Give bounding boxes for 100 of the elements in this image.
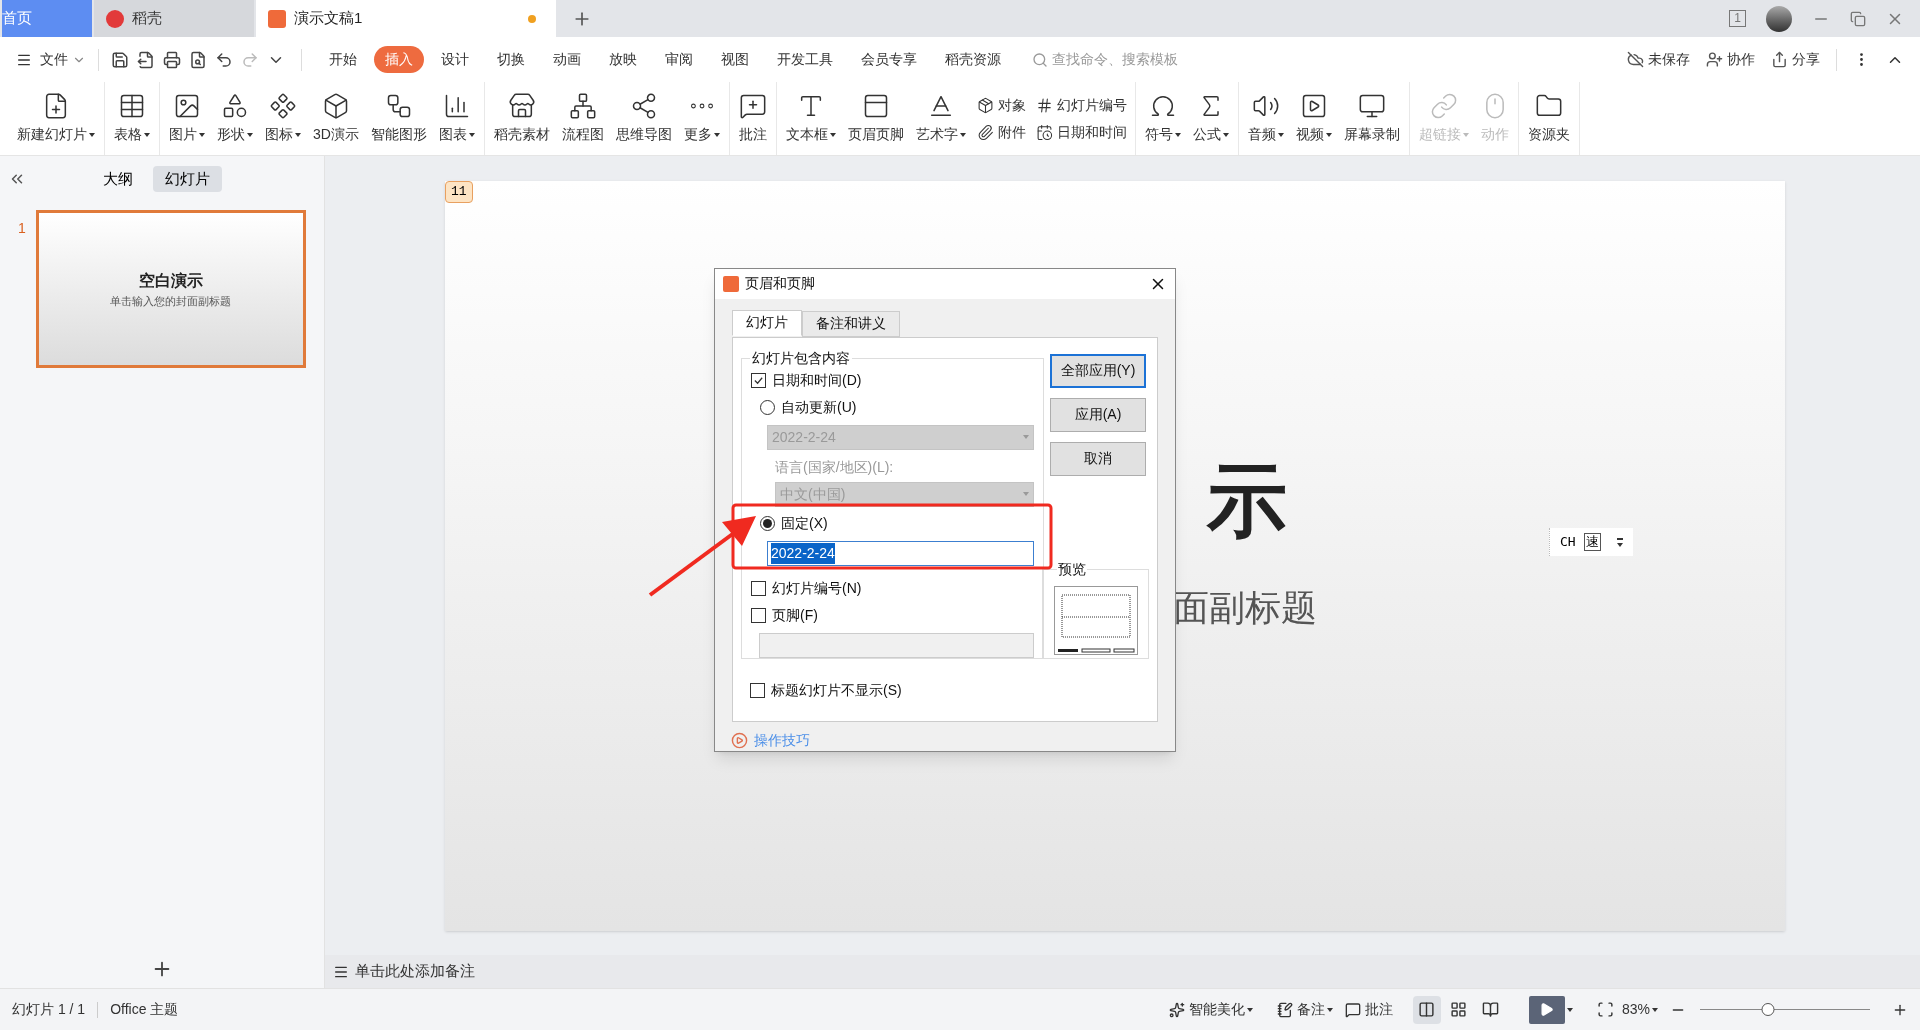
toolbar-action[interactable]: 未保存 <box>1648 49 1690 70</box>
slide-thumbnail[interactable]: 空白演示 单击输入您的封面副标题 <box>35 210 306 368</box>
view-tab[interactable]: 大纲 <box>90 165 145 193</box>
ribbon-tab[interactable]: 开始 <box>318 46 368 73</box>
ime-menu-icon[interactable] <box>1616 537 1623 547</box>
ribbon-button[interactable]: 稻壳素材 <box>488 82 555 155</box>
ribbon-button[interactable]: 形状 <box>212 82 258 155</box>
ribbon-tab[interactable]: 设计 <box>430 46 480 73</box>
window-count[interactable]: 1 <box>1729 10 1746 27</box>
ribbon-tab[interactable]: 切换 <box>486 46 536 73</box>
ribbon-button[interactable]: 表格 <box>109 82 155 155</box>
caret-icon <box>713 132 720 137</box>
print-icon[interactable] <box>163 50 181 69</box>
document-tab[interactable]: 演示文稿1 <box>256 0 556 37</box>
ribbon-button[interactable]: 批注 <box>733 82 772 155</box>
fit-icon[interactable] <box>1596 1001 1614 1018</box>
image-icon <box>173 92 201 120</box>
link-icon <box>1429 92 1458 120</box>
notes-button[interactable]: 备注 <box>1296 999 1333 1020</box>
ribbon-button[interactable]: 图表 <box>433 82 480 155</box>
ribbon-tab[interactable]: 会员专享 <box>850 46 928 73</box>
search-field[interactable]: 查找命令、搜索模板 <box>1032 49 1222 70</box>
ribbon-tab[interactable]: 开发工具 <box>766 46 844 73</box>
option-label: 固定(X) <box>781 514 828 534</box>
checkbox[interactable] <box>751 581 766 597</box>
ribbon-button[interactable]: 艺术字 <box>910 82 971 155</box>
caret-icon <box>89 132 95 137</box>
avatar[interactable] <box>1766 5 1792 32</box>
comments-button[interactable]: 批注 <box>1364 999 1393 1020</box>
more-icon <box>689 103 714 109</box>
ribbon-button[interactable]: 思维导图 <box>610 82 677 155</box>
ribbon-tab[interactable]: 稻壳资源 <box>934 46 1012 73</box>
check-icon <box>753 375 764 387</box>
save-icon[interactable] <box>111 50 129 69</box>
ribbon-button[interactable]: 3D演示 <box>308 82 364 155</box>
footer-field[interactable] <box>759 632 1034 658</box>
view-tab[interactable]: 幻灯片 <box>152 165 222 193</box>
ribbon-button[interactable]: 资源夹 <box>1522 82 1575 155</box>
cloud-icon <box>1627 51 1644 68</box>
slide-preview-icon <box>1053 585 1138 655</box>
ime-speed[interactable]: 速 <box>1583 533 1601 551</box>
thumbnail-title: 空白演示 <box>138 270 203 291</box>
caret-icon <box>829 132 836 137</box>
caret-icon <box>1023 492 1029 497</box>
ribbon-button[interactable]: 音频 <box>1242 82 1289 155</box>
toolbar-action[interactable]: 协作 <box>1727 49 1755 70</box>
object-icon <box>976 96 994 114</box>
ribbon-button[interactable]: 符号 <box>1139 82 1186 155</box>
dialog-button[interactable]: 全部应用(Y) <box>1050 353 1146 388</box>
radio-button[interactable] <box>760 400 775 416</box>
ribbon-button[interactable]: 图片 <box>164 82 210 155</box>
ribbon-button[interactable]: 公式 <box>1187 82 1234 155</box>
reading-view-icon <box>1482 1001 1500 1018</box>
ribbon-button[interactable]: 对象 <box>997 94 1026 116</box>
zoom-level[interactable]: 83% <box>1621 999 1658 1020</box>
toolbar-action[interactable]: 分享 <box>1792 49 1820 70</box>
ribbon-button[interactable]: 页眉页脚 <box>842 82 909 155</box>
ime-mode[interactable]: CH <box>1560 532 1576 552</box>
caret-icon <box>144 132 150 137</box>
icons-icon <box>269 92 297 120</box>
ribbon-button[interactable]: 更多 <box>678 82 725 155</box>
ribbon-tab[interactable]: 动画 <box>542 46 592 73</box>
notes-placeholder[interactable]: 单击此处添加备注 <box>355 960 475 983</box>
collaborate-icon <box>1706 51 1723 68</box>
ribbon-button[interactable]: 日期和时间 <box>1056 121 1127 143</box>
radio-button[interactable] <box>760 516 775 532</box>
zoom-slider[interactable] <box>1700 1002 1870 1017</box>
ribbon-button[interactable]: 文本框 <box>780 82 841 155</box>
beautify-button[interactable]: 智能美化 <box>1188 999 1253 1020</box>
dialog-button[interactable]: 取消 <box>1050 441 1146 476</box>
file-menu[interactable]: 文件 <box>40 49 68 70</box>
play-button[interactable] <box>1528 995 1565 1024</box>
undo-icon[interactable] <box>215 50 233 69</box>
ribbon-tab[interactable]: 视图 <box>710 46 760 73</box>
fixed-date-field[interactable]: 2022-2-24 <box>767 540 1034 566</box>
ribbon-button[interactable]: 幻灯片编号 <box>1056 94 1127 116</box>
ribbon-button[interactable]: 新建幻灯片 <box>12 82 100 155</box>
docer-logo-icon <box>106 9 124 28</box>
export-icon[interactable] <box>137 50 155 69</box>
ribbon-button[interactable]: 附件 <box>997 121 1026 143</box>
restore-icon[interactable] <box>1850 10 1866 27</box>
option-label: 标题幻灯片不显示(S) <box>771 680 902 700</box>
dialog-tab[interactable]: 幻灯片 <box>732 309 802 336</box>
checkbox[interactable] <box>751 373 766 389</box>
slider-thumb[interactable] <box>1761 1003 1775 1016</box>
dialog-tab[interactable]: 备注和讲义 <box>802 310 900 337</box>
ribbon-tab[interactable]: 放映 <box>598 46 648 73</box>
checkbox[interactable] <box>750 682 765 698</box>
ribbon-tab[interactable]: 审阅 <box>654 46 704 73</box>
ribbon-button[interactable]: 屏幕录制 <box>1338 82 1405 155</box>
ribbon-button[interactable]: 流程图 <box>556 82 609 155</box>
ribbon-button[interactable]: 图标 <box>260 82 306 155</box>
checkbox[interactable] <box>751 608 766 624</box>
view-button[interactable] <box>1412 995 1441 1024</box>
comment-icon <box>738 92 767 120</box>
document-tab[interactable]: 稻壳 <box>94 0 254 37</box>
dialog-button[interactable]: 应用(A) <box>1050 397 1146 432</box>
ribbon-button[interactable]: 视频 <box>1290 82 1337 155</box>
ribbon-button[interactable]: 智能图形 <box>365 82 432 155</box>
print-preview-icon[interactable] <box>189 50 207 69</box>
